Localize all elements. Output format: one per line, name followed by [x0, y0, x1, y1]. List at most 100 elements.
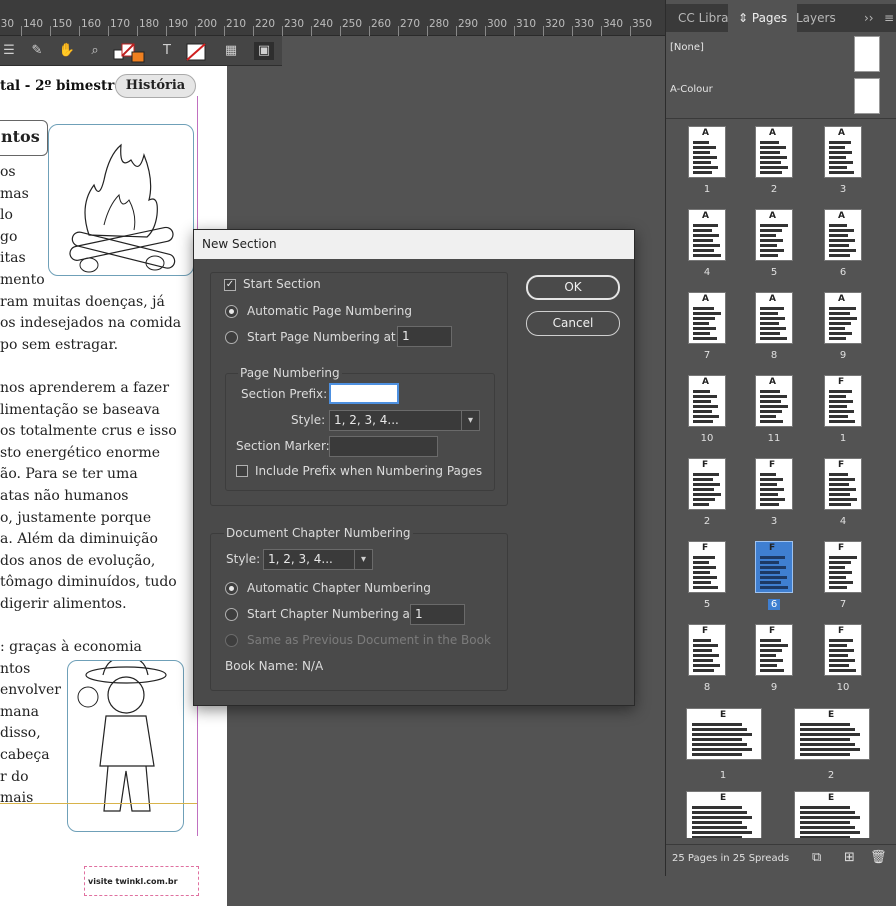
- panel-menu-icon[interactable]: ≡: [874, 4, 896, 32]
- thumbnail-text-block: [692, 811, 747, 814]
- page-thumbnail[interactable]: F: [755, 458, 793, 510]
- page-thumbnail[interactable]: A: [755, 126, 793, 178]
- page-thumbnail[interactable]: F: [824, 624, 862, 676]
- style-label: Style:: [291, 413, 326, 427]
- include-prefix-checkbox[interactable]: [236, 465, 248, 477]
- page-thumbnail[interactable]: F: [824, 375, 862, 427]
- thumbnail-text-block: [760, 151, 780, 154]
- page-thumbnail[interactable]: A: [755, 375, 793, 427]
- thumbnail-text-block: [760, 156, 787, 159]
- page-thumbnail[interactable]: A: [824, 126, 862, 178]
- explorer-illustration[interactable]: [67, 657, 184, 832]
- new-page-icon[interactable]: ⊞: [844, 850, 855, 865]
- thumbnail-text-block: [692, 816, 752, 819]
- page-thumbnail[interactable]: A: [755, 209, 793, 261]
- spread-thumbnail[interactable]: E: [794, 708, 870, 760]
- style-select[interactable]: 1, 2, 3, 4... ▾: [329, 410, 480, 431]
- section-marker-input[interactable]: [329, 436, 438, 457]
- thumbnail-text-block: [693, 415, 719, 418]
- auto-page-numbering-radio[interactable]: [225, 305, 238, 318]
- chapter-group-label: Document Chapter Numbering: [224, 526, 413, 540]
- zoom-icon[interactable]: ⌕: [86, 42, 104, 60]
- delete-page-icon[interactable]: 🗑: [870, 850, 887, 865]
- type-frame-icon[interactable]: T: [158, 42, 176, 60]
- ruler-tick-mark: [485, 26, 486, 36]
- ruler-tick-label: 130: [0, 18, 15, 30]
- ruler-tick-label: 240: [313, 18, 334, 30]
- section-prefix-input[interactable]: [329, 383, 399, 404]
- master-none[interactable]: [None]: [670, 34, 892, 74]
- tab-pages-label: Pages: [751, 11, 788, 25]
- page-number: 8: [703, 682, 711, 693]
- thumbnail-text-block: [829, 561, 851, 564]
- thumbnail-text-block: [829, 649, 854, 652]
- page-number-label: 1: [823, 433, 863, 444]
- page-thumbnail[interactable]: A: [688, 375, 726, 427]
- page-number-label: 8: [687, 682, 727, 693]
- page-thumbnail[interactable]: F: [688, 624, 726, 676]
- edit-page-size-icon[interactable]: ⧉: [812, 850, 821, 865]
- start-section-checkbox[interactable]: ✓: [224, 279, 236, 291]
- cancel-button[interactable]: Cancel: [526, 311, 620, 336]
- grid-icon[interactable]: ▦: [222, 42, 240, 60]
- page-number: 8: [770, 350, 778, 361]
- page-thumbnail[interactable]: F: [824, 541, 862, 593]
- fill-stroke-icon[interactable]: [112, 42, 148, 63]
- thumbnail-text-block: [760, 493, 778, 496]
- page-thumbnail[interactable]: F: [688, 458, 726, 510]
- start-page-numbering-radio[interactable]: [225, 331, 238, 344]
- screen-mode-icon[interactable]: ▣: [254, 42, 274, 60]
- thumbnail-text-block: [800, 831, 860, 834]
- page-thumbnail[interactable]: A: [688, 292, 726, 344]
- page-thumbnail[interactable]: F: [755, 624, 793, 676]
- eyedropper-icon[interactable]: ✎: [28, 42, 46, 60]
- spread-thumbnail[interactable]: E: [686, 791, 762, 838]
- ruler-tick-label: 330: [574, 18, 595, 30]
- thumbnail-text-block: [693, 327, 716, 330]
- ok-button[interactable]: OK: [526, 275, 620, 300]
- ruler-tick-mark: [630, 26, 631, 36]
- ruler-tick-label: 190: [168, 18, 189, 30]
- text-line: os: [0, 164, 16, 180]
- text-line: ram muitas doenças, já: [0, 293, 165, 310]
- page-number: 9: [770, 682, 778, 693]
- thumbnail-text-block: [760, 239, 783, 242]
- align-icon[interactable]: ☰: [0, 42, 18, 60]
- page-thumbnail[interactable]: A: [688, 126, 726, 178]
- thumbnail-text-block: [829, 312, 850, 315]
- page-number: 3: [770, 516, 778, 527]
- page-thumbnail[interactable]: F: [824, 458, 862, 510]
- text-line: ão. Para se ter uma: [0, 466, 138, 483]
- master-a-colour[interactable]: A-Colour: [670, 76, 892, 116]
- hand-icon[interactable]: ✋: [58, 42, 76, 60]
- thumbnail-text-block: [692, 738, 742, 741]
- tab-layers[interactable]: Layers: [786, 4, 846, 32]
- thumbnail-text-block: [693, 390, 710, 393]
- page-numbering-group-label: Page Numbering: [238, 366, 342, 380]
- thumbnail-text-block: [760, 229, 782, 232]
- none-color-icon[interactable]: [184, 42, 208, 61]
- thumbnail-text-block: [693, 249, 714, 252]
- ruler-tick-label: 160: [81, 18, 102, 30]
- master-tag: A: [702, 294, 709, 304]
- thumbnail-text-block: [693, 644, 718, 647]
- page-thumbnail[interactable]: F: [755, 541, 793, 593]
- page-thumbnail[interactable]: A: [824, 209, 862, 261]
- master-tag: A: [838, 211, 845, 221]
- start-chapter-numbering-radio[interactable]: [225, 608, 238, 621]
- thumbnail-text-block: [760, 571, 780, 574]
- start-chapter-input[interactable]: 1: [410, 604, 465, 625]
- page-thumbnail[interactable]: A: [755, 292, 793, 344]
- page-number-label: 8: [754, 350, 794, 361]
- chapter-style-select[interactable]: 1, 2, 3, 4... ▾: [263, 549, 373, 570]
- spread-thumbnail[interactable]: E: [794, 791, 870, 838]
- page-thumbnail[interactable]: A: [688, 209, 726, 261]
- ruler-tick-mark: [79, 26, 80, 36]
- horizontal-ruler: 130 140 150 160 170 180 190 200 210 220 230 240 250 2…: [0, 0, 665, 36]
- start-page-input[interactable]: 1: [397, 326, 452, 347]
- page-thumbnails[interactable]: A 1 A 2 A 3 A 4 A 5 A 6 A 7 A 8 A 9 A 10 A 11 F 1 F 2 F 3 F 4 F 5 F 6 F 7 F 8…: [666, 118, 896, 838]
- auto-chapter-numbering-radio[interactable]: [225, 582, 238, 595]
- page-thumbnail[interactable]: A: [824, 292, 862, 344]
- page-thumbnail[interactable]: F: [688, 541, 726, 593]
- spread-thumbnail[interactable]: E: [686, 708, 762, 760]
